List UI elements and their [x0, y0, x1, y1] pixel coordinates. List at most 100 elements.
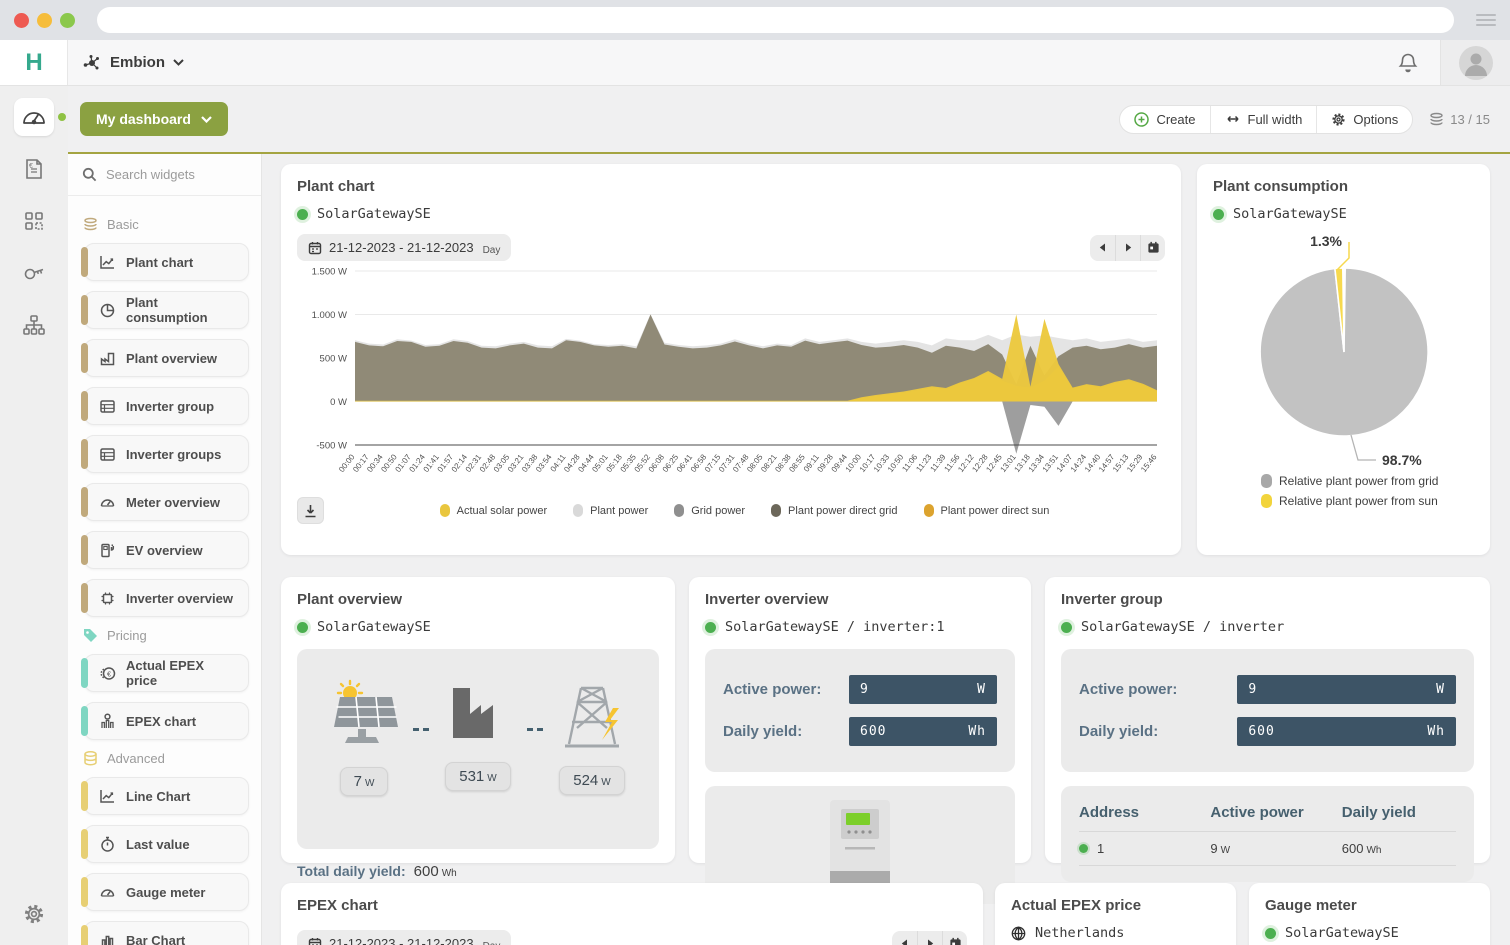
nav-settings[interactable] — [14, 895, 54, 933]
prev-period-button[interactable] — [1090, 235, 1115, 261]
notifications-button[interactable] — [1376, 40, 1440, 85]
nav-invoices[interactable]: € — [14, 150, 54, 188]
arrows-horizontal-icon — [1225, 114, 1241, 124]
legend-swatch — [674, 504, 684, 517]
widget-title: Gauge meter — [1265, 897, 1474, 914]
address-bar[interactable] — [97, 7, 1454, 33]
sidebar-item-inverter-groups[interactable]: Inverter groups — [84, 435, 249, 473]
create-button[interactable]: Create — [1120, 106, 1209, 133]
widgets-grid-icon — [23, 210, 45, 232]
org-switcher[interactable]: Embion — [68, 40, 198, 85]
plus-circle-icon — [1134, 112, 1149, 127]
browser-menu-icon[interactable] — [1476, 14, 1496, 26]
bell-icon — [1398, 52, 1418, 74]
avatar — [1458, 45, 1494, 81]
flow-connector — [413, 728, 429, 731]
gauge-icon — [99, 494, 116, 511]
full-width-label: Full width — [1248, 112, 1303, 127]
widget-plant-consumption: Plant consumption SolarGatewaySE 1.3%98.… — [1197, 164, 1490, 555]
widget-count: 13 / 15 — [1429, 112, 1490, 127]
date-range-value: 21-12-2023 - 21-12-2023 — [329, 240, 474, 255]
nav-api-keys[interactable] — [14, 254, 54, 292]
widget-item-label: Plant chart — [126, 255, 193, 270]
download-chart-button[interactable] — [297, 497, 324, 524]
sidebar-item-inverter-overview[interactable]: Inverter overview — [84, 579, 249, 617]
create-label: Create — [1156, 112, 1195, 127]
widget-item-label: Line Chart — [126, 789, 190, 804]
factory-icon — [445, 684, 511, 746]
sidebar-item-gauge-meter[interactable]: Gauge meter — [84, 873, 249, 911]
daily-yield-value: 600Wh — [849, 717, 997, 746]
search-input[interactable] — [106, 167, 236, 182]
date-range-picker[interactable]: 21-12-2023 - 21-12-2023 Day — [297, 234, 511, 261]
window-close-button[interactable] — [14, 13, 29, 28]
svg-text:€: € — [107, 669, 112, 678]
date-mode: Day — [483, 245, 501, 256]
app-header: H Embion — [0, 40, 1510, 86]
widget-title: Plant consumption — [1213, 178, 1474, 195]
nav-widgets[interactable] — [14, 202, 54, 240]
factory-icon — [99, 350, 116, 367]
calendar-button[interactable] — [942, 931, 967, 945]
chart-line-icon — [99, 788, 116, 805]
plant-chart-plot: 1.500 W1.000 W500 W0 W-500 W00:0000:1700… — [297, 265, 1165, 497]
table-row[interactable]: 1 9W 600Wh — [1079, 831, 1456, 866]
browser-chrome — [0, 0, 1510, 40]
calendar-button[interactable] — [1140, 235, 1165, 261]
coins-icon: € — [99, 665, 116, 682]
widget-sidebar: Basic Plant chart Plant consumption Plant o… — [68, 154, 262, 945]
dashboard-selector-button[interactable]: My dashboard — [80, 102, 228, 136]
status-dot — [297, 209, 308, 220]
user-menu[interactable] — [1440, 40, 1510, 85]
widget-count-value: 13 / 15 — [1450, 112, 1490, 127]
sidebar-item-epex-chart[interactable]: EPEX chart — [84, 702, 249, 740]
full-width-button[interactable]: Full width — [1210, 106, 1317, 133]
sidebar-item-meter-overview[interactable]: Meter overview — [84, 483, 249, 521]
active-power-value: 9W — [1237, 675, 1456, 704]
nav-hierarchy[interactable] — [14, 306, 54, 344]
prev-period-button[interactable] — [892, 931, 917, 945]
window-zoom-button[interactable] — [60, 13, 75, 28]
sidebar-item-plant-chart[interactable]: Plant chart — [84, 243, 249, 281]
sidebar-item-line-chart[interactable]: Line Chart — [84, 777, 249, 815]
status-dot — [1061, 622, 1072, 633]
ev-icon — [99, 542, 116, 559]
plant-chart-legend: Actual solar powerPlant powerGrid powerP… — [324, 504, 1165, 517]
dashboard-name: My dashboard — [96, 111, 191, 127]
sidebar-item-ev-overview[interactable]: EV overview — [84, 531, 249, 569]
device-name: SolarGatewaySE — [317, 206, 431, 222]
layers-icon — [82, 216, 99, 233]
widget-plant-chart: Plant chart SolarGatewaySE 21-12-2023 - … — [281, 164, 1181, 555]
dashboard-canvas: Plant chart SolarGatewaySE 21-12-2023 - … — [262, 154, 1510, 945]
legend-swatch — [771, 504, 781, 517]
sidebar-item-bar-chart[interactable]: Bar Chart — [84, 921, 249, 945]
grid-power-value: 524W — [559, 766, 624, 795]
sidebar-item-plant-overview[interactable]: Plant overview — [84, 339, 249, 377]
next-period-button[interactable] — [917, 931, 942, 945]
section-label: Basic — [107, 217, 139, 232]
options-button[interactable]: Options — [1316, 106, 1412, 133]
tag-icon — [82, 627, 99, 644]
svg-text:-500 W: -500 W — [316, 441, 347, 452]
options-label: Options — [1353, 112, 1398, 127]
total-daily-yield-label: Total daily yield: — [297, 863, 406, 879]
sidebar-item-plant-consumption[interactable]: Plant consumption — [84, 291, 249, 329]
sidebar-item-last-value[interactable]: Last value — [84, 825, 249, 863]
stopwatch-icon — [99, 836, 116, 853]
legend-item-relative-plant-power-from-grid: Relative plant power from grid — [1261, 474, 1438, 488]
inverter-table-header: Address Active power Daily yield — [1079, 798, 1456, 831]
app-logo[interactable]: H — [0, 40, 68, 85]
next-period-button[interactable] — [1115, 235, 1140, 261]
window-minimize-button[interactable] — [37, 13, 52, 28]
widget-item-label: Inverter overview — [126, 591, 233, 606]
active-power-value: 9W — [849, 675, 997, 704]
nav-dashboards[interactable] — [14, 98, 54, 136]
svg-text:€: € — [29, 163, 33, 170]
section-header-pricing: Pricing — [82, 627, 247, 644]
sidebar-item-inverter-group[interactable]: Inverter group — [84, 387, 249, 425]
sidebar-item-actual-epex-price[interactable]: €Actual EPEX price — [84, 654, 249, 692]
chart-bars-icon — [99, 932, 116, 945]
search-icon — [82, 167, 97, 182]
org-name: Embion — [110, 54, 165, 71]
date-range-picker[interactable]: 21-12-2023 - 21-12-2023 Day — [297, 930, 511, 945]
